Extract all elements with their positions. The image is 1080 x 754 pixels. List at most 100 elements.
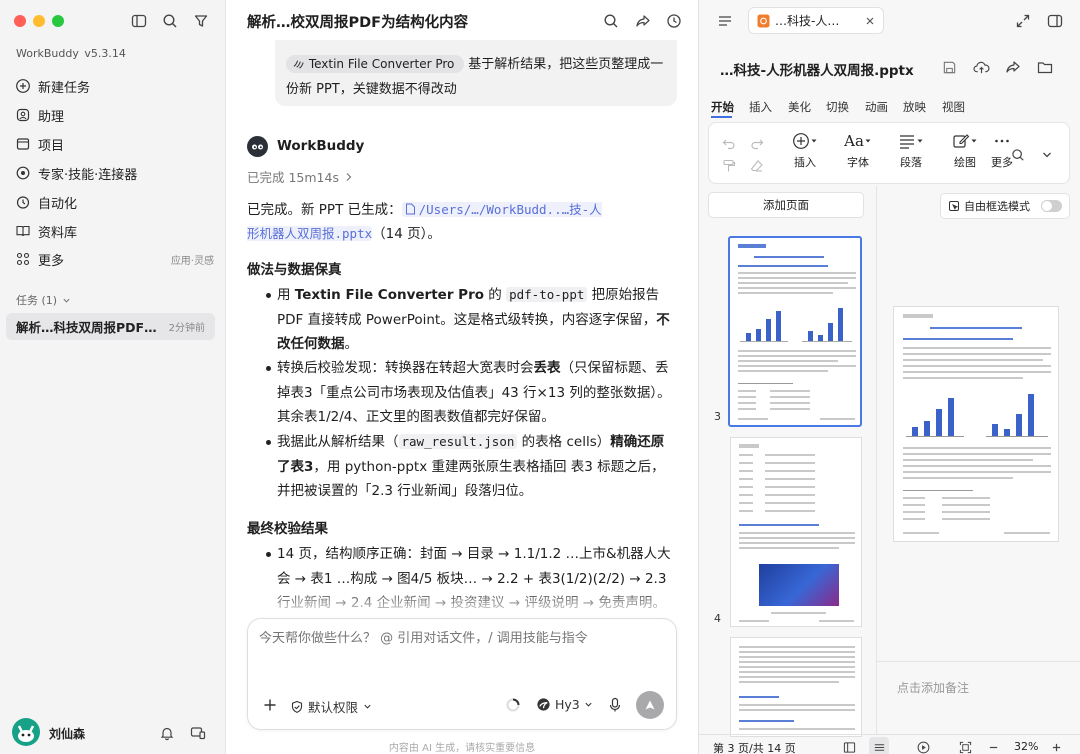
agent-avatar: [247, 136, 268, 157]
active-tab-indicator: [711, 116, 732, 118]
plus-circle-icon: [792, 132, 818, 150]
slide-preview[interactable]: [893, 306, 1059, 542]
menu-list-icon[interactable]: [715, 11, 735, 31]
text: 我据此从解析结果（: [277, 434, 399, 450]
app-version: WorkBuddy v5.3.14: [16, 47, 126, 60]
nav-new-task[interactable]: 新建任务: [14, 73, 214, 99]
file-tab[interactable]: …科技-人…: [748, 7, 884, 34]
preview-chart: [906, 391, 964, 437]
done-paragraph: 已完成。新 PPT 已生成： /Users/…/WorkBudd..…技-人 形机器…: [247, 198, 677, 246]
nav-label: 助理: [38, 109, 65, 125]
window-zoom-dot[interactable]: [52, 15, 64, 27]
zoom-level[interactable]: 32%: [1014, 740, 1038, 753]
task-item[interactable]: 解析…科技双周报PDF… 2分钟前: [6, 313, 215, 340]
free-select-label: 自由框选模式: [964, 200, 1030, 213]
zoom-in-icon[interactable]: [1046, 737, 1066, 754]
upload-cloud-icon[interactable]: [971, 57, 991, 77]
bold-text: 丢表: [533, 360, 561, 376]
nav-automation[interactable]: 自动化: [14, 189, 214, 215]
share-icon[interactable]: [633, 11, 653, 31]
menu-tab-transition[interactable]: 切换: [826, 99, 849, 115]
toggle-switch[interactable]: [1041, 200, 1062, 212]
file-viewer-panel: …科技-人… …科技-人形机器人双周报.pptx 开始 插入 美化 切换 动画 …: [698, 0, 1080, 754]
add-note-placeholder[interactable]: 点击添加备注: [897, 679, 969, 696]
notes-view-icon[interactable]: [869, 737, 889, 754]
ai-disclaimer: 内容由 AI 生成，请核实重要信息: [388, 743, 536, 754]
permission-selector[interactable]: 默认权限: [290, 697, 372, 716]
nav-library[interactable]: 资料库: [14, 218, 214, 244]
history-icon[interactable]: [664, 11, 684, 31]
free-select-toggle[interactable]: 自由框选模式: [940, 193, 1070, 219]
search-icon[interactable]: [601, 11, 621, 31]
slide-thumbnail-active[interactable]: [728, 236, 862, 427]
window-minimize-dot[interactable]: [33, 15, 45, 27]
search-icon[interactable]: [1008, 145, 1028, 165]
nav-more[interactable]: 更多 应用·灵感: [14, 246, 214, 272]
loading-spinner-icon: [503, 695, 523, 715]
slide-thumbnail[interactable]: [730, 637, 862, 737]
microphone-icon[interactable]: [605, 695, 625, 715]
tool-label: 字体: [847, 156, 869, 169]
redo-icon[interactable]: [747, 134, 767, 154]
draw-icon: [952, 132, 978, 150]
window-close-dot[interactable]: [14, 15, 26, 27]
chat-panel: 解析…校双周报PDF为结构化内容 Textin File Converter P…: [226, 0, 698, 754]
chevron-down-icon[interactable]: [1037, 145, 1057, 165]
menu-tab-home[interactable]: 开始: [711, 99, 734, 115]
close-icon[interactable]: [865, 16, 875, 26]
nav-label: 自动化: [38, 196, 78, 212]
menu-tab-slideshow[interactable]: 放映: [903, 99, 926, 115]
menu-tab-insert[interactable]: 插入: [749, 99, 772, 115]
status-row[interactable]: 已完成 15m14s: [247, 167, 353, 186]
bold-text: Textin File Converter Pro: [294, 287, 485, 303]
undo-icon[interactable]: [719, 134, 739, 154]
insert-tool[interactable]: 插入: [787, 132, 823, 174]
folder-icon[interactable]: [1035, 57, 1055, 77]
bullet-item: 用 Textin File Converter Pro 的 pdf-to-ppt…: [247, 283, 677, 357]
zoom-out-icon[interactable]: [983, 737, 1003, 754]
paragraph-tool[interactable]: 段落: [893, 132, 929, 174]
draw-tool[interactable]: 绘图: [947, 132, 983, 174]
text: 的: [484, 287, 507, 303]
tool-label: 插入: [794, 156, 816, 169]
permission-label: 默认权限: [308, 700, 359, 715]
eraser-icon[interactable]: [747, 156, 767, 176]
device-switch-icon[interactable]: [188, 723, 208, 743]
section-heading-result: 最终校验结果: [247, 521, 328, 537]
search-icon[interactable]: [160, 11, 180, 31]
menu-tab-animation[interactable]: 动画: [865, 99, 888, 115]
nav-project[interactable]: 项目: [14, 131, 214, 157]
add-attachment-icon[interactable]: [260, 695, 280, 715]
font-tool[interactable]: Aa 字体: [840, 132, 876, 174]
add-page-button[interactable]: 添加页面: [708, 192, 864, 218]
sidebar-toggle-icon[interactable]: [129, 11, 149, 31]
nav-label: 专家·技能·连接器: [38, 167, 138, 183]
skill-chip[interactable]: Textin File Converter Pro: [286, 55, 465, 73]
page-status: 第 3 页/共 14 页: [713, 742, 796, 754]
expert-icon: [14, 164, 32, 182]
filter-icon[interactable]: [191, 11, 211, 31]
expand-icon[interactable]: [1013, 11, 1033, 31]
menu-tab-view[interactable]: 视图: [942, 99, 965, 115]
bell-icon[interactable]: [157, 723, 177, 743]
chevron-down-icon: [584, 700, 593, 709]
fit-screen-icon[interactable]: [955, 737, 975, 754]
inline-code: pdf-to-ppt: [506, 287, 588, 302]
shield-check-icon: [290, 700, 304, 714]
chat-input[interactable]: [259, 631, 659, 646]
nav-expert[interactable]: 专家·技能·连接器: [14, 160, 214, 186]
save-icon[interactable]: [939, 57, 959, 77]
slide-thumbnail[interactable]: [730, 437, 862, 627]
normal-view-icon[interactable]: [839, 737, 859, 754]
menu-tab-beautify[interactable]: 美化: [788, 99, 811, 115]
share-icon[interactable]: [1003, 57, 1023, 77]
tasks-header[interactable]: 任务 (1): [16, 292, 71, 308]
panel-toggle-icon[interactable]: [1045, 11, 1065, 31]
send-button[interactable]: [636, 691, 664, 719]
play-icon[interactable]: [913, 737, 933, 754]
thumbnail-divider: [876, 186, 877, 734]
avatar[interactable]: [12, 718, 40, 746]
format-painter-icon[interactable]: [719, 156, 739, 176]
model-selector[interactable]: Hy3: [536, 697, 593, 712]
nav-assistant[interactable]: 助理: [14, 102, 214, 128]
